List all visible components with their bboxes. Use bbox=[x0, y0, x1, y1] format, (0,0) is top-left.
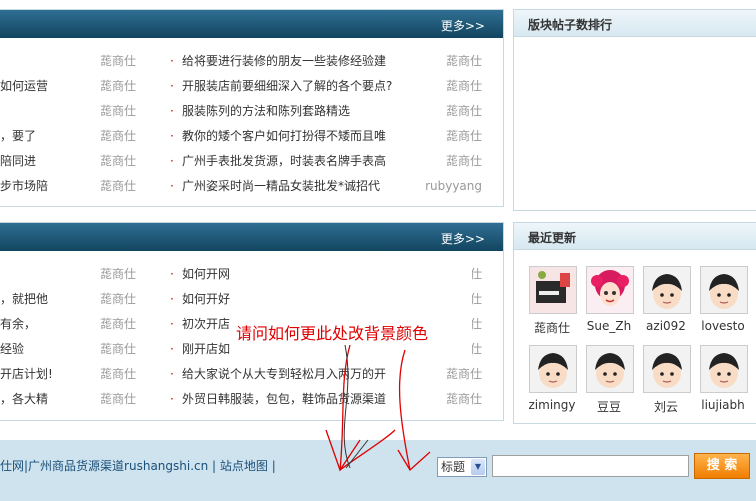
annotation-arrow bbox=[343, 344, 351, 469]
annotation-arrows bbox=[325, 344, 431, 472]
annotation-arrow bbox=[398, 349, 411, 471]
annotation-arrow bbox=[325, 429, 361, 472]
annotation-arrow bbox=[397, 449, 431, 472]
